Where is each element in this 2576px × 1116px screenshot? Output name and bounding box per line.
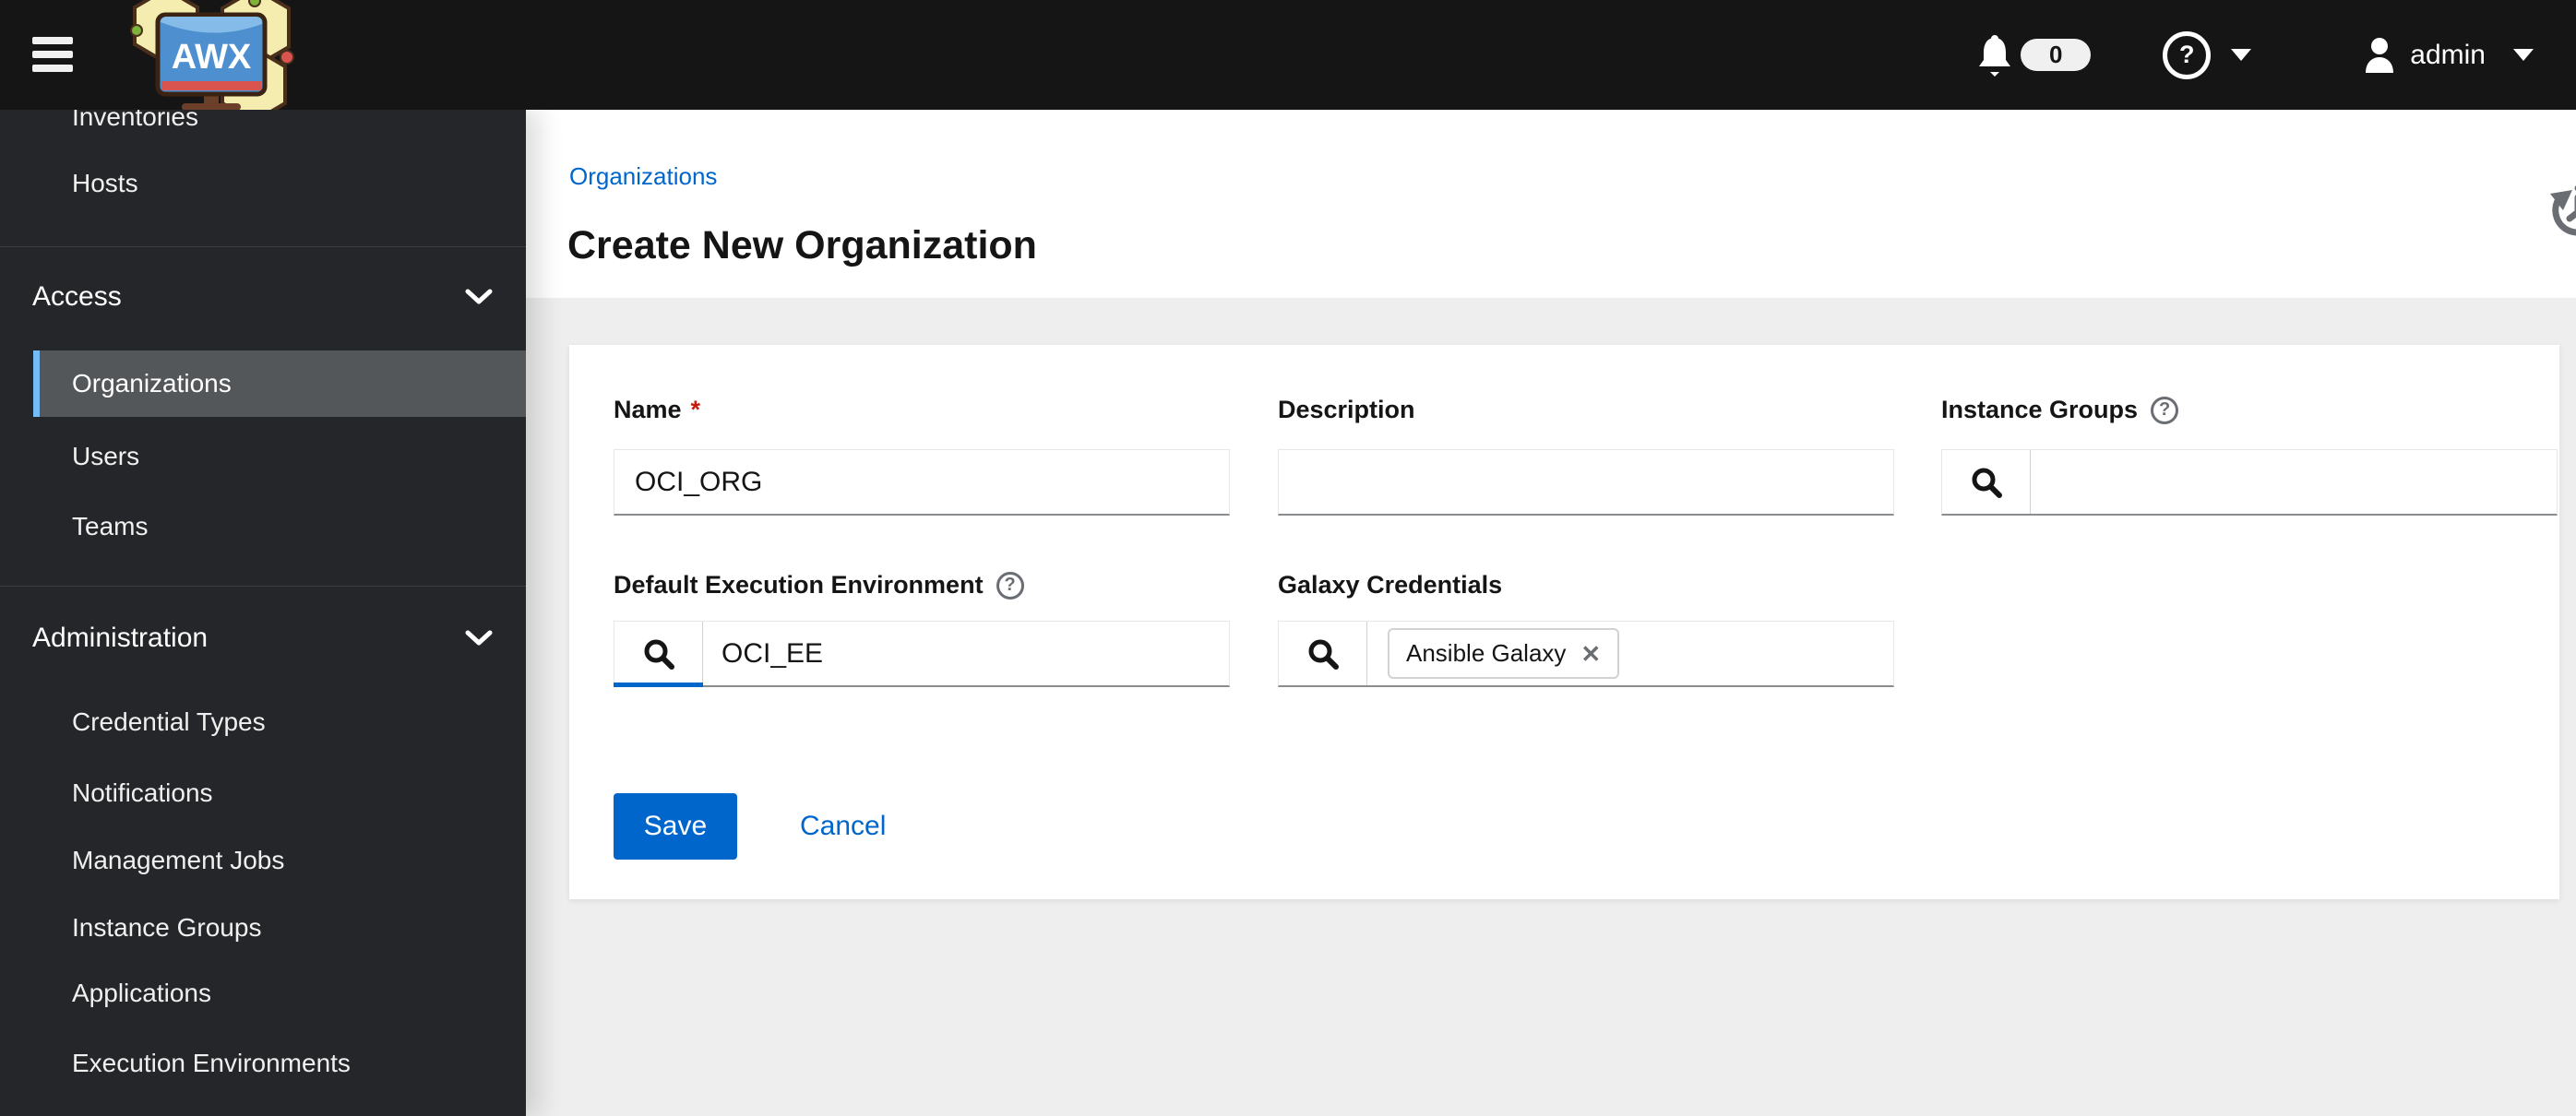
notifications-button[interactable]: 0 <box>1971 33 2096 77</box>
sidebar-item-management-jobs[interactable]: Management Jobs <box>0 827 526 894</box>
description-input[interactable] <box>1278 449 1894 516</box>
name-field-label: Name * <box>614 396 701 423</box>
help-popover-icon[interactable]: ? <box>996 571 1024 600</box>
galaxy-credentials-field-label: Galaxy Credentials <box>1278 571 1503 599</box>
sidebar-item-credential-types[interactable]: Credential Types <box>0 689 526 755</box>
description-field-label: Description <box>1278 396 1415 423</box>
sidebar-item-label: Teams <box>72 512 149 540</box>
search-icon <box>1972 468 2002 498</box>
instance-groups-field-label: Instance Groups ? <box>1941 396 2558 424</box>
galaxy-credentials-lookup: Ansible Galaxy ✕ <box>1278 621 1894 687</box>
history-icon <box>2550 185 2576 236</box>
name-input[interactable] <box>614 449 1230 516</box>
sidebar-group-access[interactable]: Access <box>0 264 526 330</box>
organization-form-card: Name * Description Instance Groups ? OCI… <box>569 345 2559 899</box>
search-icon <box>644 639 674 670</box>
cancel-button[interactable]: Cancel <box>800 811 886 842</box>
chevron-down-icon <box>465 289 493 304</box>
sidebar-divider <box>0 246 526 247</box>
sidebar-item-users[interactable]: Users <box>0 423 526 490</box>
required-asterisk: * <box>690 396 701 423</box>
sidebar-item-label: Credential Types <box>72 707 266 736</box>
chevron-down-icon <box>2513 49 2534 61</box>
sidebar-item-inventories[interactable]: Inventories <box>0 110 526 150</box>
sidebar-item-label: Organizations <box>72 369 232 398</box>
help-menu-button[interactable]: ? <box>2157 30 2257 80</box>
sidebar-group-label: Administration <box>32 623 209 653</box>
sidebar-item-label: Users <box>72 442 140 470</box>
breadcrumb-link-organizations[interactable]: Organizations <box>569 162 717 190</box>
user-icon <box>2366 37 2394 73</box>
default-ee-input[interactable] <box>703 622 1229 685</box>
save-button[interactable]: Save <box>614 793 737 860</box>
hamburger-icon <box>32 37 73 44</box>
sidebar-item-execution-environments[interactable]: Execution Environments <box>0 1030 526 1097</box>
brand-text: AWX <box>172 38 252 77</box>
breadcrumb: Organizations <box>569 162 717 191</box>
sidebar-item-hosts[interactable]: Hosts <box>0 150 526 217</box>
sidebar-nav: Inventories Hosts Access Organizations U… <box>0 110 526 1116</box>
page-title: Create New Organization <box>567 222 1037 267</box>
sidebar-item-label: Notifications <box>72 778 213 807</box>
instance-groups-search-button[interactable] <box>1942 450 2031 514</box>
main-content: Name * Description Instance Groups ? OCI… <box>526 298 2576 1116</box>
chip-close-icon[interactable]: ✕ <box>1580 642 1601 666</box>
sidebar-item-label: Management Jobs <box>72 846 285 874</box>
instance-groups-input[interactable] <box>2031 450 2557 514</box>
sidebar-divider <box>0 586 526 587</box>
sidebar-group-label: Access <box>32 281 122 312</box>
sidebar-item-label: Applications <box>72 979 211 1007</box>
sidebar-item-label: Inventories <box>72 110 198 131</box>
awx-logo: AWX <box>115 0 300 125</box>
sidebar-item-teams[interactable]: Teams <box>0 493 526 560</box>
form-actions: Save Cancel <box>614 793 886 860</box>
default-ee-search-button[interactable] <box>614 622 703 687</box>
username: admin <box>2410 39 2486 70</box>
help-icon: ? <box>2163 30 2212 79</box>
chevron-down-icon <box>2231 49 2252 61</box>
masthead-right: 0 ? admin <box>1971 0 2576 110</box>
awx-logo-graphic: AWX <box>130 0 294 125</box>
default-ee-field-label: Default Execution Environment ? <box>614 571 1230 600</box>
help-popover-icon[interactable]: ? <box>2151 396 2179 424</box>
sidebar-item-organizations[interactable]: Organizations <box>33 350 526 417</box>
chevron-down-icon <box>465 630 493 646</box>
sidebar-group-administration[interactable]: Administration <box>0 605 526 671</box>
sidebar-item-instance-groups[interactable]: Instance Groups <box>0 895 526 961</box>
page-header: Organizations Create New Organization <box>526 110 2576 298</box>
notifications-count-badge: 0 <box>2021 39 2092 71</box>
sidebar-item-label: Execution Environments <box>72 1049 351 1077</box>
instance-groups-lookup <box>1941 449 2558 516</box>
credential-chip: Ansible Galaxy ✕ <box>1388 628 1620 679</box>
nav-toggle-button[interactable] <box>32 37 73 74</box>
sidebar-item-label: Instance Groups <box>72 913 262 942</box>
sidebar-item-applications[interactable]: Applications <box>0 960 526 1027</box>
default-ee-lookup <box>614 621 1230 687</box>
history-button[interactable] <box>2540 180 2576 236</box>
user-menu-button[interactable]: admin <box>2358 35 2539 76</box>
sidebar-item-notifications[interactable]: Notifications <box>0 760 526 826</box>
search-icon <box>1308 639 1339 670</box>
bell-icon <box>1979 34 2011 77</box>
awx-app: AWX 0 ? admin Inventories Hosts Access O… <box>0 0 2576 1116</box>
masthead: AWX 0 ? admin <box>0 0 2576 125</box>
sidebar-item-label: Hosts <box>72 169 138 197</box>
chip-label: Ansible Galaxy <box>1406 639 1567 667</box>
galaxy-credentials-search-button[interactable] <box>1279 622 1367 685</box>
